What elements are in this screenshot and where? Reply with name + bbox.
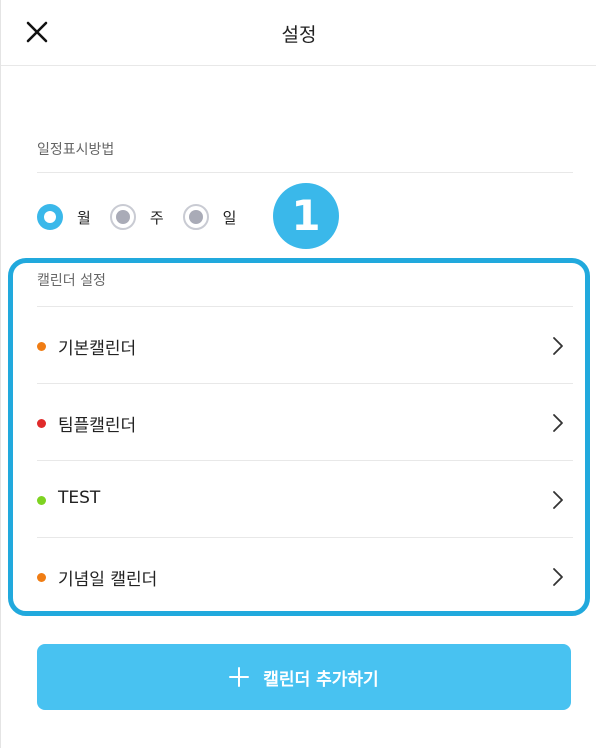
calendar-color-dot	[37, 573, 46, 582]
radio-label-month: 월	[77, 208, 91, 227]
calendar-settings-label: 캘린더 설정	[37, 273, 106, 289]
radio-month[interactable]: 월	[37, 204, 91, 230]
calendar-name: 기념일 캘린더	[58, 570, 158, 590]
calendar-item[interactable]: TEST	[37, 461, 573, 538]
calendar-color-dot	[37, 342, 46, 351]
plus-icon	[229, 667, 250, 687]
calendar-color-dot	[37, 496, 46, 505]
display-method-radio-group: 월 주 일	[37, 203, 255, 231]
chevron-right-icon	[553, 491, 563, 509]
radio-label-day: 일	[222, 208, 237, 227]
radio-selected-icon[interactable]	[37, 204, 63, 230]
radio-day[interactable]: 일	[182, 204, 237, 230]
calendar-item[interactable]: 팀플캘린더	[37, 384, 573, 461]
header: 설정	[1, 0, 596, 66]
display-method-label: 일정표시방법	[37, 142, 115, 158]
chevron-right-icon	[553, 414, 563, 432]
radio-unselected-icon[interactable]	[182, 204, 209, 230]
calendar-item[interactable]: 기본캘린더	[37, 307, 573, 384]
radio-unselected-icon[interactable]	[109, 204, 136, 230]
calendar-item[interactable]: 기념일 캘린더	[37, 538, 573, 615]
add-calendar-button[interactable]: 캘린더 추가하기	[37, 644, 571, 710]
calendar-name: TEST	[58, 488, 101, 508]
calendar-color-dot	[37, 419, 46, 428]
calendar-name: 팀플캘린더	[58, 416, 137, 436]
calendar-name: 기본캘린더	[58, 339, 137, 359]
settings-page: 설정 일정표시방법 월 주 일 1 캘린더 설정 기본캘린더 팀플캘린더 TES…	[0, 0, 596, 748]
chevron-right-icon	[553, 568, 563, 586]
radio-week[interactable]: 주	[109, 204, 164, 230]
divider	[37, 172, 573, 173]
add-calendar-label: 캘린더 추가하기	[263, 669, 379, 690]
page-title: 설정	[281, 24, 317, 46]
radio-label-week: 주	[149, 208, 164, 227]
step-badge: 1	[273, 183, 339, 249]
chevron-right-icon	[553, 337, 563, 355]
